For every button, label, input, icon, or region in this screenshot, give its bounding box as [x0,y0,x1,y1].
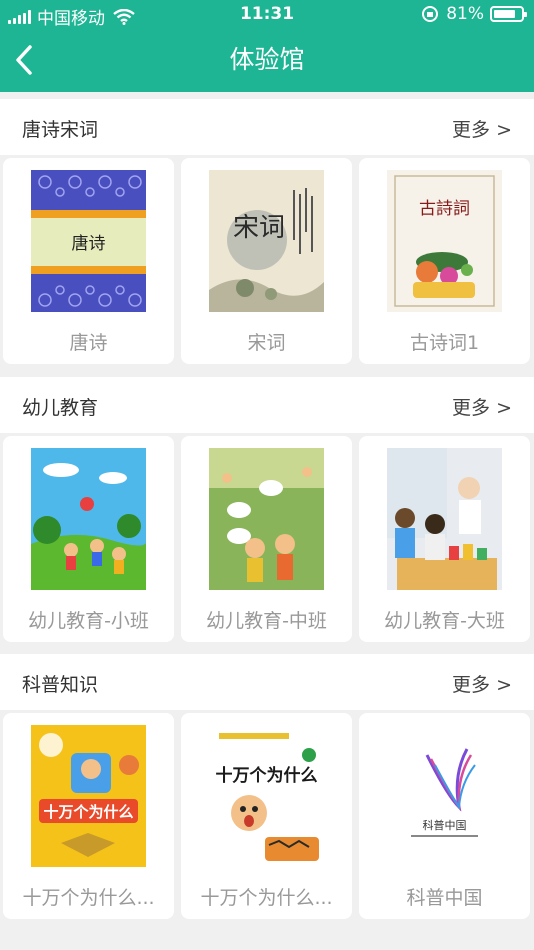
card-early-edu-large[interactable]: 幼儿教育-大班 [359,436,530,642]
cover-image: 十万个为什么 [209,725,324,867]
more-link[interactable]: 更多 > [452,115,512,142]
section-title: 科普知识 [22,674,99,696]
svg-text:古詩詞: 古詩詞 [419,199,470,219]
cover-image [209,448,324,590]
more-link[interactable]: 更多 > [452,670,512,697]
card-kepu-china[interactable]: 科普中国 科普中国 [359,713,530,919]
card-label: 幼儿教育-大班 [384,610,505,632]
card-early-edu-small[interactable]: 幼儿教育-小班 [3,436,174,642]
card-label: 宋词 [247,332,286,354]
card-early-edu-middle[interactable]: 幼儿教育-中班 [181,436,352,642]
card-why-book-1[interactable]: 十万个为什么 十万个为什么... [3,713,174,919]
card-gushici[interactable]: 古詩詞 古诗词1 [359,158,530,364]
card-label: 十万个为什么... [200,887,333,909]
battery-icon [490,6,527,22]
section-header-science: 科普知识 更多 > [0,654,534,710]
card-why-book-2[interactable]: 十万个为什么 十万个为什么... [181,713,352,919]
page-title: 体验馆 [229,45,305,74]
svg-text:十万个为什么: 十万个为什么 [43,803,133,821]
section-header-early-education: 幼儿教育 更多 > [0,377,534,433]
card-label: 科普中国 [406,887,483,909]
svg-text:科普中国: 科普中国 [423,818,467,832]
cover-image: 十万个为什么 [31,725,146,867]
battery-percent: 81% [446,4,484,24]
cover-image: 科普中国 [387,725,502,867]
section-header-tang-poetry: 唐诗宋词 更多 > [0,99,534,155]
status-bar: 中国移动 11:31 81% [0,0,534,30]
svg-text:十万个为什么: 十万个为什么 [216,765,318,786]
card-label: 十万个为什么... [22,887,155,909]
card-label: 幼儿教育-小班 [28,610,149,632]
card-label: 幼儿教育-中班 [206,610,327,632]
svg-text:宋词: 宋词 [233,213,285,243]
cover-image: 唐诗 [31,170,146,312]
cover-image: 古詩詞 [387,170,502,312]
cover-image: 宋词 [209,170,324,312]
section-title: 幼儿教育 [22,397,99,419]
section-title: 唐诗宋词 [22,119,99,141]
orientation-lock-icon [422,6,439,22]
cover-image [31,448,146,590]
card-songci[interactable]: 宋词 宋词 [181,158,352,364]
app-header: 中国移动 11:31 81% 体验馆 [0,0,534,92]
card-label: 唐诗 [69,332,108,354]
card-tangshi[interactable]: 唐诗 唐诗 [3,158,174,364]
svg-text:唐诗: 唐诗 [72,233,106,254]
more-link[interactable]: 更多 > [452,393,512,420]
card-label: 古诗词1 [409,332,480,354]
cover-image [387,448,502,590]
